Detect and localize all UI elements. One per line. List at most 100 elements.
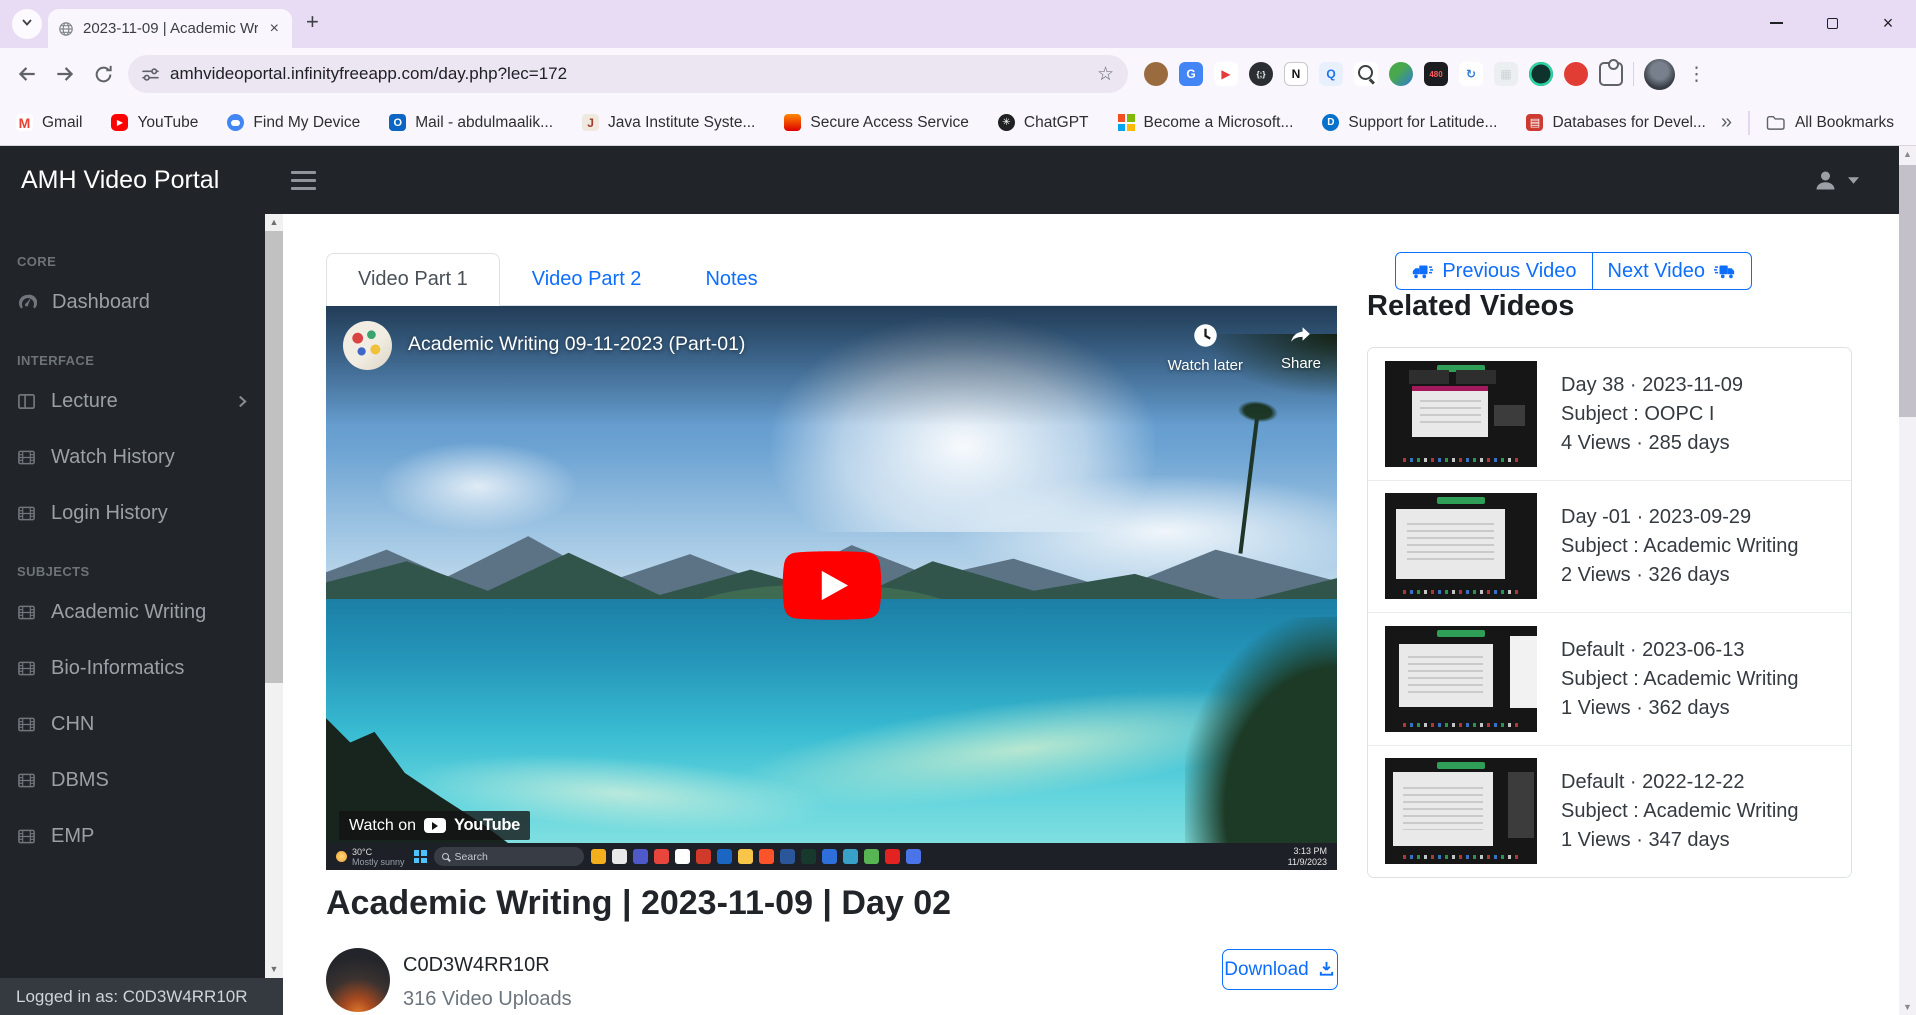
browser-menu-button[interactable]: ⋮ xyxy=(1687,63,1706,86)
site-settings-icon[interactable] xyxy=(142,66,159,83)
tab-search-button[interactable] xyxy=(12,9,42,39)
related-video-item[interactable]: Default · 2023-06-13Subject : Academic W… xyxy=(1368,612,1851,745)
tab-title: 2023-11-09 | Academic Writing xyxy=(83,20,258,37)
window-minimize-button[interactable] xyxy=(1748,0,1804,46)
bookmark-chatgpt[interactable]: ✳ChatGPT xyxy=(998,114,1089,132)
bookmark-java-institute-syste[interactable]: JJava Institute Syste... xyxy=(582,114,755,132)
scroll-down-icon[interactable]: ▼ xyxy=(1899,999,1916,1015)
ring-icon[interactable] xyxy=(1529,62,1553,86)
windows-start-icon xyxy=(414,850,427,863)
cookie-icon[interactable] xyxy=(1144,62,1168,86)
sidebar-heading-core: CORE xyxy=(17,254,283,269)
minimize-icon xyxy=(1770,22,1783,24)
film-icon xyxy=(17,827,36,846)
related-video-thumbnail xyxy=(1385,361,1537,467)
scroll-down-icon[interactable]: ▼ xyxy=(265,961,283,978)
doc-search-icon[interactable]: Q xyxy=(1319,62,1343,86)
tab-notes[interactable]: Notes xyxy=(673,253,789,306)
related-video-title: Day 38 · 2023-11-09 xyxy=(1561,375,1743,395)
video-title[interactable]: Academic Writing 09-11-2023 (Part-01) xyxy=(408,333,745,356)
sidebar-item-academic-writing[interactable]: Academic Writing xyxy=(0,589,283,635)
sidebar-item-dbms[interactable]: DBMS xyxy=(0,757,283,803)
sidebar-item-login-history[interactable]: Login History xyxy=(0,490,283,536)
address-bar[interactable]: amhvideoportal.infinityfreeapp.com/day.p… xyxy=(128,55,1128,93)
truck-fast-right-icon xyxy=(1714,264,1736,279)
watch-on-youtube-button[interactable]: Watch on YouTube xyxy=(339,811,530,840)
bookmarks-overflow-button[interactable]: » xyxy=(1711,111,1742,134)
bookmark-gmail[interactable]: MGmail xyxy=(16,114,82,132)
all-bookmarks-button[interactable]: All Bookmarks xyxy=(1766,114,1894,132)
bookmark-label: Gmail xyxy=(42,114,82,132)
taskbar-app-icon xyxy=(885,849,900,864)
previous-video-button[interactable]: Previous Video xyxy=(1395,252,1591,290)
related-video-item[interactable]: Day 38 · 2023-11-09Subject : OOPC I4 Vie… xyxy=(1368,348,1851,480)
next-video-button[interactable]: Next Video xyxy=(1592,252,1752,290)
channel-avatar[interactable] xyxy=(343,321,392,370)
badge-480-icon[interactable]: 480 xyxy=(1424,62,1448,86)
site-brand[interactable]: AMH Video Portal xyxy=(21,166,219,195)
sidebar-item-watch-history[interactable]: Watch History xyxy=(0,434,283,480)
browser-tab[interactable]: 2023-11-09 | Academic Writing × xyxy=(48,9,292,48)
bookmark-youtube[interactable]: ▶YouTube xyxy=(111,114,198,132)
play-button[interactable] xyxy=(782,551,882,626)
scroll-up-icon[interactable]: ▲ xyxy=(265,214,283,231)
bookmark-support-for-latitude[interactable]: DSupport for Latitude... xyxy=(1322,114,1497,132)
faded-grid-icon[interactable]: ▦ xyxy=(1494,62,1518,86)
back-button[interactable] xyxy=(8,56,46,92)
sidebar-scrollbar-thumb[interactable] xyxy=(265,231,283,683)
columns-icon xyxy=(17,392,36,411)
bookmark-find-my-device[interactable]: Find My Device xyxy=(227,114,360,132)
bookmark-databases-for-devel[interactable]: ▤Databases for Devel... xyxy=(1526,114,1705,132)
taskbar-app-icon xyxy=(780,849,795,864)
tab-video-part-2[interactable]: Video Part 2 xyxy=(500,253,674,306)
magnifier-icon[interactable] xyxy=(1354,62,1378,86)
sidebar-toggle-button[interactable] xyxy=(291,171,316,190)
bookmark-secure-access-service[interactable]: Secure Access Service xyxy=(784,114,969,132)
scroll-up-icon[interactable]: ▲ xyxy=(1899,146,1916,162)
user-menu-button[interactable] xyxy=(1812,167,1859,194)
related-video-item[interactable]: Day -01 · 2023-09-29Subject : Academic W… xyxy=(1368,480,1851,613)
taskbar-app-icon xyxy=(864,849,879,864)
page-title: Academic Writing | 2023-11-09 | Day 02 xyxy=(326,884,951,923)
window-restore-button[interactable] xyxy=(1804,0,1860,46)
tab-video-part-1[interactable]: Video Part 1 xyxy=(326,253,500,306)
sync-shield-icon[interactable]: ↻ xyxy=(1459,62,1483,86)
browser-profile-avatar[interactable] xyxy=(1644,59,1675,90)
bookmark-star-icon[interactable]: ☆ xyxy=(1097,63,1114,86)
uploader-uploads-count: 316 Video Uploads xyxy=(403,988,572,1011)
sidebar-item-emp[interactable]: EMP xyxy=(0,813,283,859)
bookmark-become-a-microsoft[interactable]: Become a Microsoft... xyxy=(1118,114,1294,132)
sidebar-item-chn[interactable]: CHN xyxy=(0,701,283,747)
video-play-icon[interactable]: ▶ xyxy=(1214,62,1238,86)
tab-close-icon[interactable]: × xyxy=(267,20,282,38)
main-content: Video Part 1Video Part 2Notes xyxy=(283,214,1899,1015)
page-scrollbar-thumb[interactable] xyxy=(1899,165,1916,417)
page-scrollbar[interactable]: ▲ ▼ xyxy=(1899,146,1916,1015)
browser-chrome: 2023-11-09 | Academic Writing × + × amhv… xyxy=(0,0,1916,146)
globe-downloader-icon[interactable] xyxy=(1389,62,1413,86)
fox-icon[interactable] xyxy=(1564,62,1588,86)
bookmark-label: Find My Device xyxy=(253,114,360,132)
related-video-thumbnail xyxy=(1385,626,1537,732)
code-braces-icon[interactable]: {;} xyxy=(1249,62,1273,86)
sidebar-item-label: Bio-Informatics xyxy=(51,657,184,680)
translate-icon[interactable]: G xyxy=(1179,62,1203,86)
sidebar-scrollbar[interactable]: ▲ ▼ xyxy=(265,214,283,978)
download-button[interactable]: Download xyxy=(1222,949,1338,990)
video-player[interactable]: 30°CMostly sunny Search 3:13 PM11/9/2023… xyxy=(326,306,1337,870)
window-close-button[interactable]: × xyxy=(1860,0,1916,46)
sidebar-item-dashboard[interactable]: Dashboard xyxy=(0,279,283,325)
reload-button[interactable] xyxy=(84,56,122,92)
puzzle-icon[interactable] xyxy=(1599,62,1623,86)
film-icon xyxy=(17,504,36,523)
related-video-item[interactable]: Default · 2022-12-22Subject : Academic W… xyxy=(1368,745,1851,878)
notepad-n-icon[interactable]: N xyxy=(1284,62,1308,86)
bookmark-label: Secure Access Service xyxy=(810,114,969,132)
share-button[interactable]: Share xyxy=(1281,322,1321,374)
sidebar-item-lecture[interactable]: Lecture xyxy=(0,378,283,424)
new-tab-button[interactable]: + xyxy=(306,9,319,35)
watch-later-button[interactable]: Watch later xyxy=(1168,322,1243,374)
sidebar-item-bio-informatics[interactable]: Bio-Informatics xyxy=(0,645,283,691)
bookmark-mail-abdulmaalik[interactable]: OMail - abdulmaalik... xyxy=(389,114,553,132)
forward-button[interactable] xyxy=(46,56,84,92)
